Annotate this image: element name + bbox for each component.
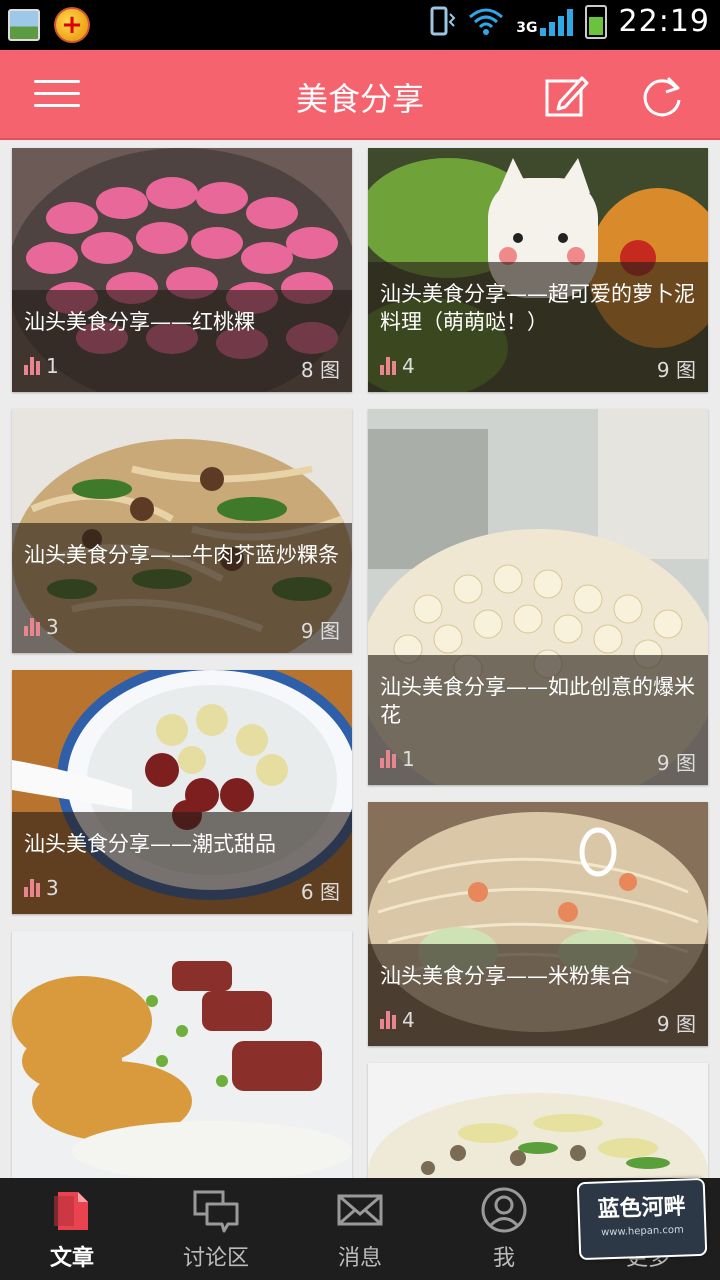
view-count: 4	[402, 354, 415, 378]
app-badge-icon: +	[54, 7, 90, 43]
article-title: 汕头美食分享——红桃粿	[24, 310, 255, 334]
article-card[interactable]: 汕头美食分享——超可爱的萝卜泥料理（萌萌哒！） 4 9 图	[368, 148, 708, 392]
tab-articles[interactable]: 文章	[0, 1178, 144, 1280]
watermark-logo: 蓝色河畔 www.hepan.com	[576, 1177, 708, 1261]
card-meta: 3 6 图	[24, 876, 340, 904]
profile-icon	[481, 1187, 527, 1233]
gallery-icon	[8, 9, 40, 41]
views-icon	[380, 750, 396, 768]
article-icon	[54, 1192, 88, 1230]
views-icon	[24, 618, 40, 636]
view-count: 3	[46, 876, 59, 900]
photo-count: 6 图	[300, 880, 340, 904]
tab-label: 讨论区	[182, 1246, 249, 1271]
network-type: 3G	[516, 19, 538, 36]
photo-count: 8 图	[300, 358, 340, 382]
status-time: 22:19	[618, 4, 710, 39]
app-bar: 美食分享	[0, 50, 720, 140]
tab-label: 消息	[337, 1246, 382, 1271]
card-meta: 3 9 图	[24, 615, 340, 643]
article-title: 汕头美食分享——潮式甜品	[24, 832, 276, 856]
view-count: 3	[46, 615, 59, 639]
article-card[interactable]: 汕头美食分享——米粉集合 4 9 图	[368, 802, 708, 1046]
photo-count: 9 图	[656, 751, 696, 775]
article-title: 汕头美食分享——如此创意的爆米花	[380, 675, 695, 727]
article-card[interactable]	[368, 1063, 708, 1178]
card-meta: 1 8 图	[24, 354, 340, 382]
tab-discussion[interactable]: 讨论区	[144, 1178, 288, 1280]
views-icon	[380, 1011, 396, 1029]
view-count: 1	[46, 354, 59, 378]
card-meta: 1 9 图	[380, 747, 696, 775]
page-title: 美食分享	[295, 80, 424, 118]
photo-count: 9 图	[300, 619, 340, 643]
watermark-text: 蓝色河畔	[597, 1194, 687, 1223]
photo-count: 9 图	[656, 1012, 696, 1036]
discussion-icon	[193, 1190, 239, 1233]
tab-profile[interactable]: 我	[432, 1178, 576, 1280]
wifi-icon	[469, 8, 504, 35]
views-icon	[24, 357, 40, 375]
article-title: 汕头美食分享——米粉集合	[380, 964, 632, 988]
message-icon	[337, 1194, 383, 1226]
card-meta: 4 9 图	[380, 354, 696, 382]
article-card[interactable]: 汕头美食分享——如此创意的爆米花 1 9 图	[368, 409, 708, 785]
article-card[interactable]: 汕头美食分享——潮式甜品 3 6 图	[12, 670, 352, 914]
photo-count: 9 图	[656, 358, 696, 382]
watermark-url: www.hepan.com	[600, 1224, 684, 1239]
battery-icon	[584, 4, 607, 39]
tab-label: 我	[492, 1246, 515, 1271]
view-count: 1	[402, 747, 415, 771]
view-count: 4	[402, 1008, 415, 1032]
refresh-icon[interactable]	[638, 72, 686, 120]
signal-icon	[539, 8, 573, 36]
vibrate-icon	[430, 6, 456, 35]
article-title: 汕头美食分享——牛肉芥蓝炒粿条	[24, 543, 339, 567]
status-bar: + 3G 22:19	[0, 0, 720, 50]
views-icon	[380, 357, 396, 375]
article-thumbnail	[12, 931, 352, 1178]
article-thumbnail	[368, 1063, 708, 1178]
edit-icon[interactable]	[542, 72, 590, 120]
views-icon	[24, 879, 40, 897]
article-card[interactable]: 汕头美食分享——红桃粿 1 8 图	[12, 148, 352, 392]
article-card[interactable]	[12, 931, 352, 1178]
tab-messages[interactable]: 消息	[288, 1178, 432, 1280]
card-meta: 4 9 图	[380, 1008, 696, 1036]
article-title: 汕头美食分享——超可爱的萝卜泥料理（萌萌哒！）	[380, 282, 695, 334]
article-card[interactable]: 汕头美食分享——牛肉芥蓝炒粿条 3 9 图	[12, 409, 352, 653]
tab-label: 文章	[49, 1246, 94, 1271]
